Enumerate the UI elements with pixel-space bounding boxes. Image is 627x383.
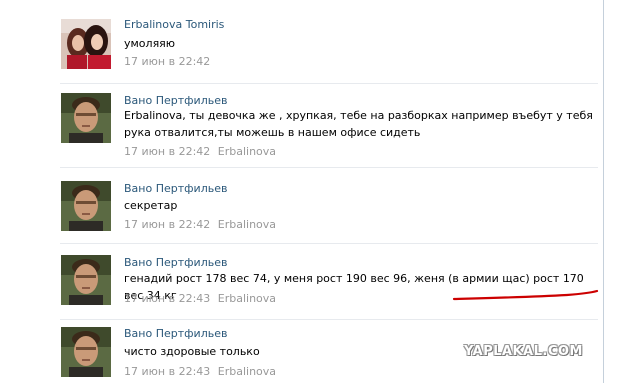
comment-text: умоляяю — [124, 37, 176, 50]
reply-to-link[interactable]: Erbalinova — [218, 218, 276, 231]
comment-date[interactable]: 17 июн в 22:42 — [124, 145, 210, 158]
comment-text: секретар — [124, 199, 178, 212]
site-watermark: YAPLAKAL.COM — [464, 344, 583, 359]
reply-to-link[interactable]: Erbalinova — [218, 365, 276, 378]
comment-date[interactable]: 17 июн в 22:43 — [124, 365, 210, 378]
avatar[interactable] — [61, 93, 111, 143]
comment-divider — [60, 319, 598, 320]
avatar[interactable] — [61, 327, 111, 377]
comment-author-link[interactable]: Вано Пертфильев — [124, 94, 227, 107]
comment-divider — [60, 167, 598, 168]
comment-meta: 17 июн в 22:43 Erbalinova — [124, 292, 276, 305]
comment-author-link[interactable]: Вано Пертфильев — [124, 327, 227, 340]
comment-author-link[interactable]: Вано Пертфильев — [124, 182, 227, 195]
comment-meta: 17 июн в 22:43 Erbalinova — [124, 365, 276, 378]
comment-author-link[interactable]: Вано Пертфильев — [124, 256, 227, 269]
comment-author-link[interactable]: Erbalinova Tomiris — [124, 18, 224, 31]
comment-divider — [60, 83, 598, 84]
comment-meta: 17 июн в 22:42 — [124, 55, 210, 68]
avatar[interactable] — [61, 255, 111, 305]
comment-date[interactable]: 17 июн в 22:42 — [124, 218, 210, 231]
comment-date[interactable]: 17 июн в 22:43 — [124, 292, 210, 305]
red-underline-annotation — [452, 287, 602, 306]
comment-meta: 17 июн в 22:42 Erbalinova — [124, 218, 276, 231]
reply-to-link[interactable]: Erbalinova — [218, 145, 276, 158]
scrollbar-track — [603, 0, 604, 383]
avatar[interactable] — [61, 181, 111, 231]
comment-date[interactable]: 17 июн в 22:42 — [124, 55, 210, 68]
comment-meta: 17 июн в 22:42 Erbalinova — [124, 145, 276, 158]
comment-divider — [60, 243, 598, 244]
reply-to-link[interactable]: Erbalinova — [218, 292, 276, 305]
avatar[interactable] — [61, 19, 111, 69]
comment-text: Erbalinova, ты девочка же , хрупкая, теб… — [124, 109, 593, 139]
